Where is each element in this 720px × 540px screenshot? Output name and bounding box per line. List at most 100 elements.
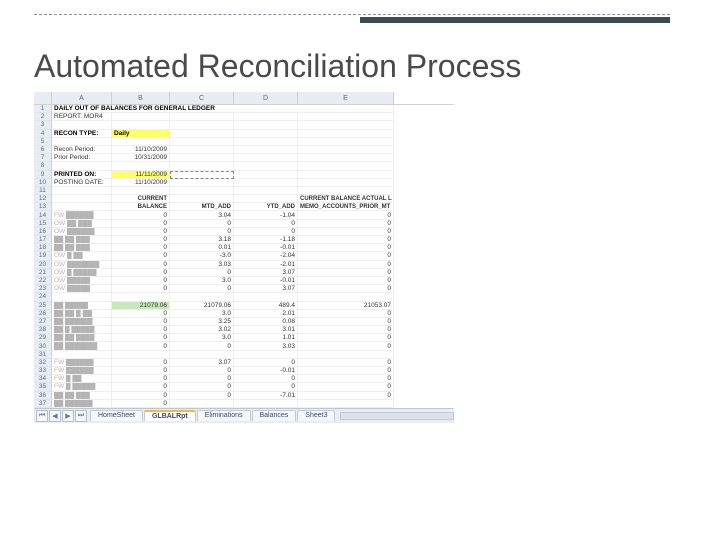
col-header[interactable]: C [170, 92, 234, 104]
cell[interactable] [170, 195, 234, 203]
cell[interactable] [170, 400, 234, 408]
cell[interactable]: 21079.06 [112, 302, 170, 310]
cell[interactable]: CURRENT [112, 195, 170, 203]
cell[interactable] [298, 138, 394, 146]
cell[interactable]: 0 [112, 211, 170, 219]
row-header[interactable]: 20 [34, 261, 52, 269]
row-header[interactable]: 2 [34, 113, 52, 121]
cell[interactable] [234, 195, 298, 203]
sheet-tab[interactable]: Sheet3 [297, 410, 335, 421]
cell[interactable]: 0 [298, 326, 394, 334]
cell[interactable]: CURRENT BALANCE ACTUAL L [298, 195, 394, 203]
cell[interactable] [170, 179, 234, 187]
cell[interactable]: 0.08 [234, 318, 298, 326]
cell[interactable] [170, 351, 234, 359]
cell[interactable]: FW █ █████ [52, 383, 112, 391]
cell[interactable]: 0 [112, 228, 170, 236]
cell[interactable]: 489.4 [234, 302, 298, 310]
col-header[interactable]: D [234, 92, 298, 104]
row-header[interactable]: 10 [34, 179, 52, 187]
cell[interactable]: ██ ██ █-██ [52, 310, 112, 318]
row-header[interactable]: 27 [34, 318, 52, 326]
row-header[interactable]: 12 [34, 195, 52, 203]
row-header[interactable]: 23 [34, 285, 52, 293]
cell[interactable] [170, 154, 234, 162]
cell[interactable] [298, 400, 394, 408]
cell[interactable]: 0 [170, 392, 234, 400]
cell[interactable]: 0 [112, 236, 170, 244]
cell[interactable] [298, 162, 394, 170]
cell[interactable] [298, 146, 394, 154]
cell[interactable]: 0 [298, 375, 394, 383]
cell[interactable]: 0 [112, 277, 170, 285]
cell[interactable] [170, 113, 234, 121]
cell[interactable]: 0 [298, 211, 394, 219]
cell[interactable]: ██ ██ ███ [52, 244, 112, 252]
cell[interactable]: PRINTED ON: [52, 171, 112, 179]
cell[interactable]: RECON TYPE: [52, 130, 112, 138]
cell[interactable]: 3.03 [170, 261, 234, 269]
cell[interactable]: ██ ██ ████ [52, 334, 112, 342]
row-header[interactable]: 25 [34, 302, 52, 310]
row-header[interactable]: 24 [34, 293, 52, 301]
row-header[interactable]: 11 [34, 187, 52, 195]
row-header[interactable]: 26 [34, 310, 52, 318]
cell[interactable]: 3.0 [170, 334, 234, 342]
sheet-tab[interactable]: HomeSheet [90, 410, 143, 421]
cell[interactable] [170, 121, 234, 129]
cell[interactable]: REPORT: MOR4 [52, 113, 112, 121]
cell[interactable]: 0 [112, 342, 170, 350]
cell[interactable] [170, 171, 234, 179]
cell[interactable] [52, 187, 112, 195]
cell[interactable]: 3.18 [170, 236, 234, 244]
cell[interactable]: -3.0 [170, 252, 234, 260]
row-header[interactable]: 5 [34, 138, 52, 146]
cell[interactable]: 0 [112, 383, 170, 391]
cell[interactable]: 0 [112, 318, 170, 326]
select-all-corner[interactable] [34, 92, 52, 104]
cell[interactable]: 0 [112, 220, 170, 228]
cell[interactable] [234, 130, 298, 138]
cell[interactable]: 0 [298, 285, 394, 293]
cell[interactable] [298, 154, 394, 162]
row-header[interactable]: 8 [34, 162, 52, 170]
cell[interactable]: OW ███████ [52, 261, 112, 269]
cell[interactable] [234, 187, 298, 195]
cell[interactable]: -0.01 [234, 277, 298, 285]
cell[interactable]: 0 [112, 252, 170, 260]
cell[interactable] [112, 351, 170, 359]
cell[interactable]: FW █ ██ [52, 375, 112, 383]
cell[interactable]: POSTING DATE: [52, 179, 112, 187]
row-header[interactable]: 35 [34, 383, 52, 391]
cell[interactable]: 10/31/2009 [112, 154, 170, 162]
cell[interactable]: 0 [298, 261, 394, 269]
cell[interactable]: 0 [170, 383, 234, 391]
cell[interactable]: 0 [170, 269, 234, 277]
cell[interactable]: -0.01 [234, 244, 298, 252]
cell[interactable] [112, 113, 170, 121]
row-header[interactable]: 28 [34, 326, 52, 334]
cell[interactable] [170, 138, 234, 146]
row-header[interactable]: 18 [34, 244, 52, 252]
cell[interactable]: MTD_ADD [170, 203, 234, 211]
cell[interactable] [234, 351, 298, 359]
cell[interactable]: 2.01 [234, 310, 298, 318]
cell[interactable]: 3.07 [234, 269, 298, 277]
cell[interactable] [298, 171, 394, 179]
cell[interactable] [52, 195, 112, 203]
cell[interactable] [234, 171, 298, 179]
cell[interactable]: 0 [112, 334, 170, 342]
cell[interactable]: Prior Period: [52, 154, 112, 162]
cell[interactable]: 0.01 [170, 244, 234, 252]
cell[interactable]: 0 [298, 310, 394, 318]
row-header[interactable]: 6 [34, 146, 52, 154]
cell[interactable]: 0 [298, 383, 394, 391]
cell[interactable] [52, 121, 112, 129]
tab-nav-prev-icon[interactable]: ◀ [49, 410, 61, 422]
cell[interactable]: 0 [298, 244, 394, 252]
cell[interactable]: 3.04 [170, 211, 234, 219]
row-header[interactable]: 30 [34, 342, 52, 350]
tab-nav-last-icon[interactable]: ⏭ [75, 410, 87, 422]
tab-scrollbar[interactable] [340, 412, 454, 420]
cell[interactable]: 0 [170, 220, 234, 228]
